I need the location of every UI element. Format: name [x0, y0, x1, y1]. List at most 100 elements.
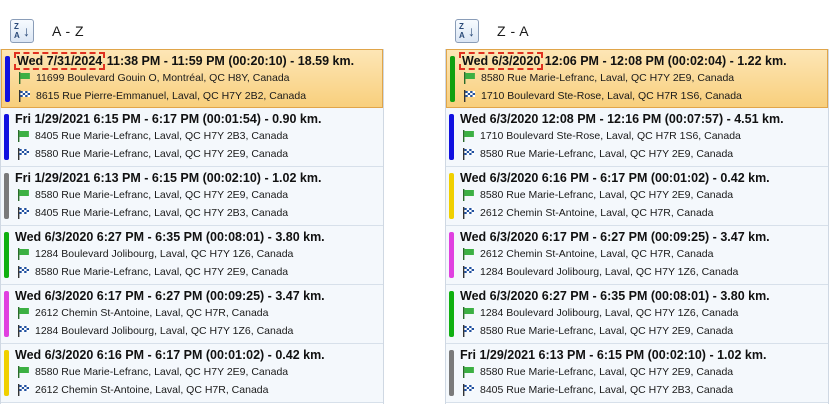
trip-end-address: 1284 Boulevard Jolibourg, Laval, QC H7Y …	[462, 266, 738, 278]
start-flag-icon	[462, 307, 475, 319]
address-text: 8580 Rue Marie-Lefranc, Laval, QC H7Y 2E…	[481, 72, 735, 84]
trip-row[interactable]: Wed 6/3/2020 6:16 PM - 6:17 PM (00:01:02…	[446, 167, 828, 226]
trip-start-address: 2612 Chemin St-Antoine, Laval, QC H7R, C…	[462, 248, 713, 260]
address-text: 2612 Chemin St-Antoine, Laval, QC H7R, C…	[480, 207, 714, 219]
trip-start-address: 2612 Chemin St-Antoine, Laval, QC H7R, C…	[17, 307, 268, 319]
trip-row[interactable]: Wed 7/31/2024 11:38 PM - 11:59 PM (00:20…	[1, 49, 383, 108]
trip-color-bar	[5, 56, 10, 102]
start-flag-icon	[462, 130, 475, 142]
finish-flag-icon	[18, 90, 31, 102]
trip-end-address: 8580 Rue Marie-Lefranc, Laval, QC H7Y 2E…	[17, 266, 288, 278]
trip-title: Wed 6/3/2020 6:16 PM - 6:17 PM (00:01:02…	[460, 171, 770, 185]
trip-title: Fri 1/29/2021 6:13 PM - 6:15 PM (00:02:1…	[460, 348, 766, 362]
trip-date: Wed 6/3/2020	[460, 289, 539, 303]
trip-end-address: 8580 Rue Marie-Lefranc, Laval, QC H7Y 2E…	[462, 325, 733, 337]
trip-color-bar	[4, 173, 9, 219]
address-text: 1710 Boulevard Ste-Rose, Laval, QC H7R 1…	[481, 90, 742, 102]
sort-header: Z A ↓ Z - A	[455, 19, 529, 43]
trip-row[interactable]: Wed 6/3/2020 12:08 PM - 12:16 PM (00:07:…	[446, 108, 828, 167]
trip-end-address: 8580 Rue Marie-Lefranc, Laval, QC H7Y 2E…	[462, 148, 733, 160]
trip-color-bar	[450, 56, 455, 102]
trip-title: Wed 6/3/2020 6:27 PM - 6:35 PM (00:08:01…	[460, 289, 770, 303]
start-flag-icon	[18, 72, 31, 84]
panel-z-a: Z A ↓ Z - A Wed 6/3/2020 12:06 PM - 12:08 …	[445, 0, 829, 404]
trip-row[interactable]: Fri 1/29/2021 6:13 PM - 6:15 PM (00:02:1…	[1, 167, 383, 226]
trip-row[interactable]: Wed 6/3/2020 6:27 PM - 6:35 PM (00:08:01…	[1, 226, 383, 285]
trip-title: Fri 1/29/2021 6:15 PM - 6:17 PM (00:01:5…	[15, 112, 321, 126]
finish-flag-icon	[17, 384, 30, 396]
trip-summary: 6:13 PM - 6:15 PM (00:02:10) - 1.02 km.	[538, 348, 767, 362]
start-flag-icon	[462, 189, 475, 201]
trip-row[interactable]: Wed 6/3/2020 6:27 PM - 6:35 PM (00:08:01…	[446, 285, 828, 344]
address-text: 8405 Rue Marie-Lefranc, Laval, QC H7Y 2B…	[35, 207, 289, 219]
panel-a-z: Z A ↓ A - Z Wed 7/31/2024 11:38 PM - 11:59…	[0, 0, 384, 404]
finish-flag-icon	[462, 325, 475, 337]
trip-title: Wed 6/3/2020 6:17 PM - 6:27 PM (00:09:25…	[460, 230, 770, 244]
trip-summary: 11:38 PM - 11:59 PM (00:20:10) - 18.59 k…	[106, 54, 355, 68]
trip-color-bar	[4, 291, 9, 337]
finish-flag-icon	[462, 384, 475, 396]
address-text: 8580 Rue Marie-Lefranc, Laval, QC H7Y 2E…	[480, 325, 734, 337]
trip-end-address: 8580 Rue Marie-Lefranc, Laval, QC H7Y 2E…	[17, 148, 288, 160]
trip-list[interactable]: Wed 6/3/2020 12:06 PM - 12:08 PM (00:02:…	[445, 49, 829, 404]
trip-title: Wed 6/3/2020 6:17 PM - 6:27 PM (00:09:25…	[15, 289, 325, 303]
trip-row[interactable]: Wed 6/3/2020 6:17 PM - 6:27 PM (00:09:25…	[446, 226, 828, 285]
trip-start-address: 8580 Rue Marie-Lefranc, Laval, QC H7Y 2E…	[17, 189, 288, 201]
trip-end-address: 1284 Boulevard Jolibourg, Laval, QC H7Y …	[17, 325, 293, 337]
trip-title: Wed 6/3/2020 6:27 PM - 6:35 PM (00:08:01…	[15, 230, 325, 244]
start-flag-icon	[17, 307, 30, 319]
address-text: 1284 Boulevard Jolibourg, Laval, QC H7Y …	[35, 248, 294, 260]
trip-end-address: 1710 Boulevard Ste-Rose, Laval, QC H7R 1…	[463, 90, 742, 102]
trip-color-bar	[4, 350, 9, 396]
trip-row[interactable]: Fri 1/29/2021 6:15 PM - 6:17 PM (00:01:5…	[1, 108, 383, 167]
trip-date: Fri 1/29/2021	[460, 348, 536, 362]
sort-header: Z A ↓ A - Z	[10, 19, 84, 43]
trip-start-address: 1710 Boulevard Ste-Rose, Laval, QC H7R 1…	[462, 130, 741, 142]
trip-list[interactable]: Wed 7/31/2024 11:38 PM - 11:59 PM (00:20…	[0, 49, 384, 404]
finish-flag-icon	[17, 325, 30, 337]
sort-descending-icon[interactable]: Z A ↓	[455, 19, 479, 43]
finish-flag-icon	[17, 207, 30, 219]
trip-color-bar	[449, 232, 454, 278]
trip-row[interactable]: Fri 1/29/2021 6:13 PM - 6:15 PM (00:02:1…	[446, 344, 828, 403]
address-text: 8405 Rue Marie-Lefranc, Laval, QC H7Y 2B…	[480, 384, 734, 396]
address-text: 1284 Boulevard Jolibourg, Laval, QC H7Y …	[35, 325, 294, 337]
finish-flag-icon	[463, 90, 476, 102]
trip-row[interactable]: Wed 6/3/2020 6:17 PM - 6:27 PM (00:09:25…	[1, 285, 383, 344]
trip-end-address: 2612 Chemin St-Antoine, Laval, QC H7R, C…	[462, 207, 713, 219]
trip-row[interactable]: Wed 6/3/2020 6:16 PM - 6:17 PM (00:01:02…	[1, 344, 383, 403]
trip-title: Wed 6/3/2020 6:16 PM - 6:17 PM (00:01:02…	[15, 348, 325, 362]
trip-start-address: 1284 Boulevard Jolibourg, Laval, QC H7Y …	[17, 248, 293, 260]
finish-flag-icon	[17, 148, 30, 160]
trip-date: Wed 6/3/2020	[15, 230, 94, 244]
sort-label: Z - A	[497, 23, 530, 39]
address-text: 8580 Rue Marie-Lefranc, Laval, QC H7Y 2E…	[35, 148, 289, 160]
address-text: 8615 Rue Pierre-Emmanuel, Laval, QC H7Y …	[36, 90, 307, 102]
trip-title: Wed 6/3/2020 12:08 PM - 12:16 PM (00:07:…	[460, 112, 784, 126]
sort-label: A - Z	[52, 23, 85, 39]
trip-start-address: 8580 Rue Marie-Lefranc, Laval, QC H7Y 2E…	[463, 72, 734, 84]
trip-start-address: 8580 Rue Marie-Lefranc, Laval, QC H7Y 2E…	[462, 366, 733, 378]
trip-title: Fri 1/29/2021 6:13 PM - 6:15 PM (00:02:1…	[15, 171, 321, 185]
trip-color-bar	[449, 291, 454, 337]
address-text: 11699 Boulevard Gouin O, Montréal, QC H8…	[36, 72, 290, 84]
trip-summary: 6:16 PM - 6:17 PM (00:01:02) - 0.42 km.	[96, 348, 325, 362]
sort-ascending-icon[interactable]: Z A ↓	[10, 19, 34, 43]
trip-color-bar	[449, 173, 454, 219]
trip-summary: 6:17 PM - 6:27 PM (00:09:25) - 3.47 km.	[541, 230, 770, 244]
finish-flag-icon	[17, 266, 30, 278]
trip-summary: 6:16 PM - 6:17 PM (00:01:02) - 0.42 km.	[541, 171, 770, 185]
trip-summary: 12:06 PM - 12:08 PM (00:02:04) - 1.22 km…	[544, 54, 787, 68]
address-text: 8580 Rue Marie-Lefranc, Laval, QC H7Y 2E…	[35, 366, 289, 378]
trip-date: Wed 6/3/2020	[15, 289, 94, 303]
trip-row[interactable]: Wed 6/3/2020 12:06 PM - 12:08 PM (00:02:…	[446, 49, 828, 108]
address-text: 8405 Rue Marie-Lefranc, Laval, QC H7Y 2B…	[35, 130, 289, 142]
trip-summary: 12:08 PM - 12:16 PM (00:07:57) - 4.51 km…	[541, 112, 784, 126]
trip-start-address: 8405 Rue Marie-Lefranc, Laval, QC H7Y 2B…	[17, 130, 288, 142]
finish-flag-icon	[462, 207, 475, 219]
trip-summary: 6:27 PM - 6:35 PM (00:08:01) - 3.80 km.	[96, 230, 325, 244]
trip-color-bar	[449, 114, 454, 160]
trip-date: Fri 1/29/2021	[15, 171, 91, 185]
trip-date: Wed 6/3/2020	[458, 52, 544, 70]
finish-flag-icon	[462, 148, 475, 160]
